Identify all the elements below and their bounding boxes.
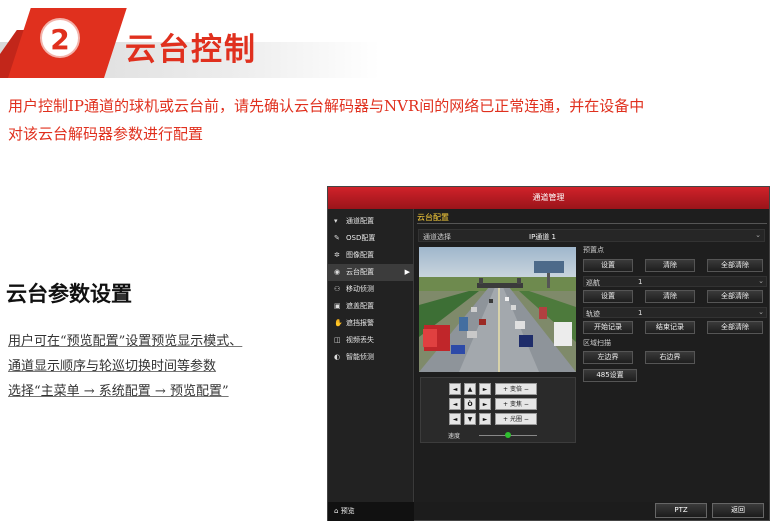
sidebar-item-motion[interactable]: ⚇ 移动侦测: [328, 281, 414, 298]
hand-icon: ✋: [334, 319, 343, 327]
ptz-down-right-button[interactable]: ►: [479, 413, 491, 425]
channel-select-label: 通道选择: [423, 233, 451, 241]
chevron-down-icon: ⌄: [758, 308, 764, 316]
highway-scene-image: [419, 247, 576, 372]
sidebar-item-video-loss[interactable]: ◫ 视频丢失: [328, 332, 414, 349]
nvr-window: 通道管理 ▾ 通道配置 ✎ OSD配置 ✲ 图像配置 ◉ 云台配置 ▶ ⚇ 移动侦测 ▣ 遮…: [327, 186, 770, 521]
sidebar-item-tamper[interactable]: ✋ 遮挡报警: [328, 315, 414, 332]
chevron-down-icon: ⌄: [755, 231, 761, 239]
preset-clear-button[interactable]: 清除: [645, 259, 695, 272]
speed-label: 速度: [448, 433, 461, 440]
zoom-control[interactable]: + 变倍 −: [495, 383, 537, 395]
pattern-stop-button[interactable]: 结束记录: [645, 321, 695, 334]
ptz-auto-button[interactable]: Ò: [464, 398, 476, 410]
step-number: 2: [40, 18, 80, 58]
ptz-up-left-button[interactable]: ◄: [449, 383, 461, 395]
patrol-label: 巡航: [586, 279, 600, 287]
ptz-left-button[interactable]: ◄: [449, 398, 461, 410]
sidebar-item-image[interactable]: ✲ 图像配置: [328, 247, 414, 264]
description-line-2: 通道显示顺序与轮巡切换时间等参数: [8, 359, 217, 374]
pencil-icon: ✎: [334, 234, 340, 242]
main-panel: 云台配置 通道选择 IP通道 1 ⌄ ◄ ▲ ► ◄ Ò ► ◄ ▼ ► + 变…: [415, 209, 769, 502]
ptz-up-right-button[interactable]: ►: [479, 383, 491, 395]
chevron-right-icon: ▶: [404, 268, 410, 276]
sidebar-item-smart[interactable]: ◐ 智能侦测: [328, 349, 414, 366]
ptz-button[interactable]: PTZ: [655, 503, 707, 518]
preset-set-button[interactable]: 设置: [583, 259, 633, 272]
window-title: 通道管理: [328, 187, 769, 209]
sidebar-item-mask[interactable]: ▣ 遮盖配置: [328, 298, 414, 315]
page-title: 云台控制: [125, 32, 257, 68]
image-icon: ✲: [334, 251, 340, 259]
motion-icon: ⚇: [334, 285, 341, 293]
video-loss-icon: ◫: [334, 336, 341, 344]
video-preview: [419, 247, 576, 372]
intro-line-2: 对该云台解码器参数进行配置: [8, 125, 204, 143]
sidebar-item-ptz[interactable]: ◉ 云台配置 ▶: [328, 264, 414, 281]
mask-icon: ▣: [334, 302, 341, 310]
description-line-1: 用户可在“预览配置”设置预览显示模式、: [8, 334, 243, 349]
pattern-number: 1: [638, 309, 643, 317]
back-button[interactable]: 返回: [712, 503, 764, 518]
preset-label: 预置点: [583, 246, 604, 254]
patrol-clear-button[interactable]: 清除: [645, 290, 695, 303]
camera-icon: ▾: [334, 217, 338, 225]
pattern-select[interactable]: 轨迹 1 ⌄: [583, 307, 767, 318]
ptz-icon: ◉: [334, 268, 341, 276]
iris-control[interactable]: + 光圈 −: [495, 413, 537, 425]
pattern-clear-all-button[interactable]: 全部清除: [707, 321, 763, 334]
sidebar-item-osd[interactable]: ✎ OSD配置: [328, 230, 414, 247]
rs485-settings-button[interactable]: 485设置: [583, 369, 637, 382]
patrol-set-button[interactable]: 设置: [583, 290, 633, 303]
focus-control[interactable]: + 变焦 −: [495, 398, 537, 410]
sidebar-item-channel-config[interactable]: ▾ 通道配置: [328, 213, 414, 230]
header-banner: 2 云台控制: [0, 0, 775, 80]
ptz-right-button[interactable]: ►: [479, 398, 491, 410]
pattern-label: 轨迹: [586, 310, 600, 318]
ptz-down-button[interactable]: ▼: [464, 413, 476, 425]
section-title: 云台参数设置: [6, 282, 132, 306]
chevron-down-icon: ⌄: [758, 277, 764, 285]
ptz-up-button[interactable]: ▲: [464, 383, 476, 395]
patrol-select[interactable]: 巡航 1 ⌄: [583, 276, 767, 287]
patrol-number: 1: [638, 278, 643, 286]
tab-divider: [417, 223, 767, 224]
left-limit-button[interactable]: 左边界: [583, 351, 633, 364]
speed-slider-handle[interactable]: [505, 432, 511, 438]
description-line-3: 选择“主菜单 → 系统配置 → 预览配置”: [8, 384, 229, 399]
ptz-down-left-button[interactable]: ◄: [449, 413, 461, 425]
home-icon: ⌂: [334, 507, 339, 515]
smart-icon: ◐: [334, 353, 341, 361]
preview-button[interactable]: ⌂ 预览: [328, 502, 414, 521]
intro-text: 用户控制IP通道的球机或云台前，请先确认云台解码器与NVR间的网络已正常连通，并…: [8, 92, 768, 148]
intro-line-1: 用户控制IP通道的球机或云台前，请先确认云台解码器与NVR间的网络已正常连通，并…: [8, 97, 645, 115]
right-limit-button[interactable]: 右边界: [645, 351, 695, 364]
channel-select[interactable]: 通道选择 IP通道 1 ⌄: [418, 229, 765, 242]
area-scan-label: 区域扫描: [583, 339, 611, 347]
channel-select-value: IP通道 1: [529, 233, 556, 241]
sidebar: ▾ 通道配置 ✎ OSD配置 ✲ 图像配置 ◉ 云台配置 ▶ ⚇ 移动侦测 ▣ 遮盖配置 ✋…: [328, 209, 414, 502]
preset-clear-all-button[interactable]: 全部清除: [707, 259, 763, 272]
pattern-start-button[interactable]: 开始记录: [583, 321, 633, 334]
ptz-control-panel: ◄ ▲ ► ◄ Ò ► ◄ ▼ ► + 变倍 − + 变焦 − + 光圈 − 速…: [420, 377, 576, 443]
patrol-clear-all-button[interactable]: 全部清除: [707, 290, 763, 303]
